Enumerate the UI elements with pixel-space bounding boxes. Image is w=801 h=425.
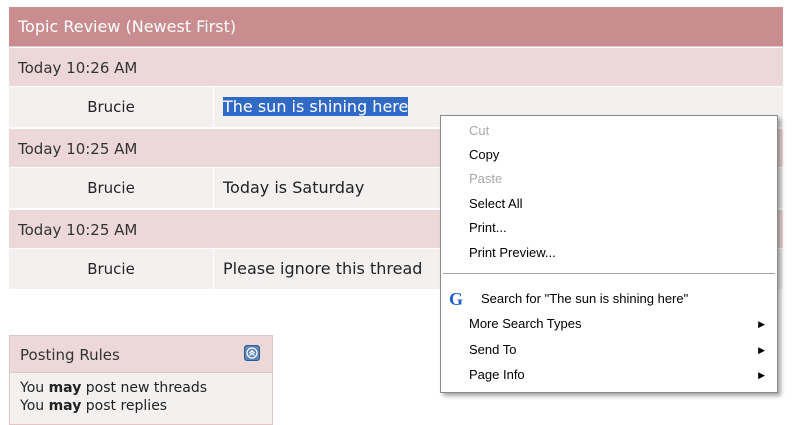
submenu-arrow-icon: ▶ bbox=[758, 319, 765, 329]
post-date: Today 10:26 AM bbox=[9, 47, 783, 87]
rule-line: You may post replies bbox=[20, 398, 168, 414]
menu-item-label: More Search Types bbox=[469, 316, 582, 331]
posting-rules-body: You may post new threads You may post re… bbox=[9, 373, 273, 425]
submenu-arrow-icon: ▶ bbox=[758, 370, 765, 380]
menu-item-search-label: Search for "The sun is shining here" bbox=[481, 291, 689, 306]
selected-text[interactable]: The sun is shining here bbox=[223, 97, 409, 116]
posting-rules-title: Posting Rules bbox=[20, 346, 120, 364]
menu-item-more-search-types[interactable]: More Search Types ▶ bbox=[441, 312, 777, 336]
menu-item-print[interactable]: Print... bbox=[441, 216, 777, 240]
posting-rules-panel: Posting Rules You may post new threads Y… bbox=[9, 335, 273, 425]
topic-review-header: Topic Review (Newest First) bbox=[9, 7, 783, 47]
menu-item-page-info[interactable]: Page Info ▶ bbox=[441, 363, 777, 387]
menu-item-send-to[interactable]: Send To ▶ bbox=[441, 338, 777, 362]
menu-item-select-all[interactable]: Select All bbox=[441, 192, 777, 216]
rule-line: You may post new threads bbox=[20, 380, 208, 396]
post-author[interactable]: Brucie bbox=[9, 87, 214, 127]
menu-separator bbox=[443, 273, 775, 274]
post-author[interactable]: Brucie bbox=[9, 168, 214, 208]
posting-rules-header: Posting Rules bbox=[9, 335, 273, 373]
menu-item-copy[interactable]: Copy bbox=[441, 143, 777, 167]
menu-item-search[interactable]: G Search for "The sun is shining here" bbox=[441, 287, 777, 311]
context-menu: Cut Copy Paste Select All Print... Print… bbox=[440, 115, 778, 393]
google-icon: G bbox=[449, 289, 464, 309]
menu-item-paste[interactable]: Paste bbox=[441, 167, 777, 191]
menu-item-label: Send To bbox=[469, 342, 517, 357]
menu-item-print-preview[interactable]: Print Preview... bbox=[441, 241, 777, 265]
submenu-arrow-icon: ▶ bbox=[758, 345, 765, 355]
collapse-icon[interactable] bbox=[244, 345, 260, 361]
post-author[interactable]: Brucie bbox=[9, 249, 214, 289]
menu-item-label: Page Info bbox=[469, 367, 525, 382]
menu-item-cut[interactable]: Cut bbox=[441, 119, 777, 143]
